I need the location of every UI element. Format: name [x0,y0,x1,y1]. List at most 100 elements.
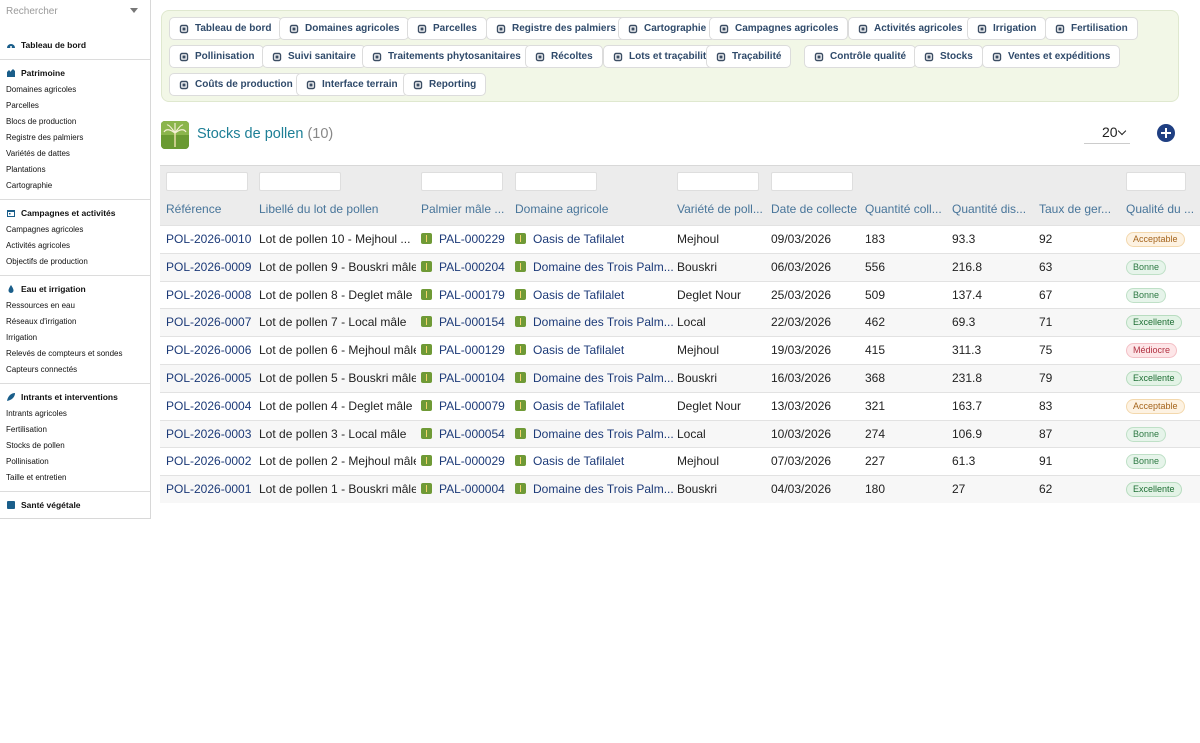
column-header[interactable]: Palmier mâle ... [421,202,511,216]
table-cell-palm[interactable]: PAL-000029 [421,454,511,468]
table-cell-palm[interactable]: PAL-000104 [421,371,511,385]
toolbar-button[interactable]: Récoltes [525,45,603,68]
table-row[interactable]: POL-2026-0010 Lot de pollen 10 - Mejhoul … [160,225,1200,253]
table-cell-ref[interactable]: POL-2026-0008 [166,288,254,302]
sidebar-item[interactable]: Domaines agricoles [0,82,150,98]
table-cell-domain[interactable]: Oasis de Tafilalet [515,288,673,302]
column-header[interactable]: Quantité dis... [952,202,1034,216]
chevron-down-icon[interactable] [130,8,138,13]
table-cell-domain[interactable]: Domaine des Trois Palm... [515,371,673,385]
toolbar-button[interactable]: Fertilisation [1045,17,1138,40]
table-cell-ref[interactable]: POL-2026-0003 [166,427,254,441]
table-row[interactable]: POL-2026-0009 Lot de pollen 9 - Bouskri m… [160,252,1200,281]
column-header[interactable]: Quantité coll... [865,202,947,216]
toolbar-button[interactable]: Coûts de production [169,73,303,96]
sidebar-section-header[interactable]: Santé végétale [0,496,150,514]
sidebar-item[interactable]: Capteurs connectés [0,362,150,378]
table-cell-palm[interactable]: PAL-000129 [421,343,511,357]
table-cell-ref[interactable]: POL-2026-0009 [166,260,254,274]
toolbar-button[interactable]: Cartographie [618,17,717,40]
sidebar-item[interactable]: Irrigation [0,330,150,346]
sidebar-item-dashboard[interactable]: Tableau de bord [0,36,150,54]
sidebar-item[interactable]: Ressources en eau [0,298,150,314]
sidebar-item[interactable]: Blocs de production [0,114,150,130]
table-cell-palm[interactable]: PAL-000179 [421,288,511,302]
table-row[interactable]: POL-2026-0002 Lot de pollen 2 - Mejhoul m… [160,447,1200,475]
table-cell-palm[interactable]: PAL-000054 [421,427,511,441]
table-cell-domain[interactable]: Oasis de Tafilalet [515,232,673,246]
sidebar-item[interactable]: Objectifs de production [0,254,150,270]
sidebar-item[interactable]: Cartographie [0,178,150,194]
table-cell-domain[interactable]: Oasis de Tafilalet [515,343,673,357]
sidebar-item[interactable]: Intrants agricoles [0,406,150,422]
toolbar-button[interactable]: Campagnes agricoles [709,17,849,40]
table-cell-domain[interactable]: Domaine des Trois Palm... [515,315,673,329]
toolbar-button[interactable]: Contrôle qualité [804,45,917,68]
column-header[interactable]: Date de collecte [771,202,859,216]
sidebar-section-header[interactable]: Campagnes et activités [0,204,150,222]
toolbar-button[interactable]: Domaines agricoles [279,17,410,40]
toolbar-button[interactable]: Irrigation [967,17,1047,40]
table-row[interactable]: POL-2026-0004 Lot de pollen 4 - Deglet mâ… [160,391,1200,420]
column-header[interactable]: Domaine agricole [515,202,673,216]
table-cell-domain[interactable]: Oasis de Tafilalet [515,454,673,468]
sidebar-item[interactable]: Stocks de pollen [0,438,150,454]
sidebar-item[interactable]: Réseaux d'irrigation [0,314,150,330]
sidebar-section-header[interactable]: Patrimoine [0,64,150,82]
toolbar-button[interactable]: Traçabilité [706,45,792,68]
toolbar-button[interactable]: Parcelles [407,17,487,40]
search-box[interactable] [0,0,142,22]
toolbar-button[interactable]: Activités agricoles [848,17,973,40]
table-row[interactable]: POL-2026-0007 Lot de pollen 7 - Local mâl… [160,308,1200,337]
toolbar-button[interactable]: Interface terrain [296,73,408,96]
sidebar-item[interactable]: Activités agricoles [0,238,150,254]
column-filter-input[interactable] [771,172,853,191]
column-filter-input[interactable] [1126,172,1186,191]
column-header[interactable]: Qualité du ... [1126,202,1200,216]
page-size-select[interactable]: 20 [1084,123,1130,144]
table-cell-domain[interactable]: Oasis de Tafilalet [515,399,673,413]
table-cell-ref[interactable]: POL-2026-0002 [166,454,254,468]
add-record-button[interactable] [1157,124,1175,142]
toolbar-button[interactable]: Tableau de bord [169,17,282,40]
table-cell-palm[interactable]: PAL-000204 [421,260,511,274]
sidebar-item[interactable]: Variétés de dattes [0,146,150,162]
search-input[interactable] [0,0,142,22]
sidebar-item[interactable]: Parcelles [0,98,150,114]
column-filter-input[interactable] [421,172,503,191]
sidebar-item[interactable]: Taille et entretien [0,470,150,486]
toolbar-button[interactable]: Traitements phytosanitaires [362,45,531,68]
table-cell-ref[interactable]: POL-2026-0006 [166,343,254,357]
table-cell-palm[interactable]: PAL-000004 [421,482,511,496]
table-cell-ref[interactable]: POL-2026-0007 [166,315,254,329]
column-filter-input[interactable] [515,172,597,191]
table-row[interactable]: POL-2026-0006 Lot de pollen 6 - Mejhoul m… [160,336,1200,364]
table-row[interactable]: POL-2026-0001 Lot de pollen 1 - Bouskri m… [160,475,1200,504]
column-filter-input[interactable] [677,172,759,191]
table-cell-palm[interactable]: PAL-000154 [421,315,511,329]
table-cell-domain[interactable]: Domaine des Trois Palm... [515,482,673,496]
toolbar-button[interactable]: Lots et traçabilité [603,45,722,68]
table-cell-domain[interactable]: Domaine des Trois Palm... [515,427,673,441]
toolbar-button[interactable]: Pollinisation [169,45,265,68]
toolbar-button[interactable]: Stocks [914,45,983,68]
column-header[interactable]: Référence [166,202,254,216]
sidebar-item[interactable]: Campagnes agricoles [0,222,150,238]
sidebar-item[interactable]: Pollinisation [0,454,150,470]
column-filter-input[interactable] [259,172,341,191]
toolbar-button[interactable]: Reporting [403,73,487,96]
toolbar-button[interactable]: Suivi sanitaire [262,45,366,68]
column-header[interactable]: Libellé du lot de pollen [259,202,416,216]
sidebar-item[interactable]: Plantations [0,162,150,178]
toolbar-button[interactable]: Registre des palmiers [486,17,626,40]
table-cell-ref[interactable]: POL-2026-0001 [166,482,254,496]
table-row[interactable]: POL-2026-0005 Lot de pollen 5 - Bouskri m… [160,364,1200,392]
table-cell-ref[interactable]: POL-2026-0004 [166,399,254,413]
sidebar-item[interactable]: Relevés de compteurs et sondes [0,346,150,362]
table-cell-ref[interactable]: POL-2026-0010 [166,232,254,246]
column-filter-input[interactable] [166,172,248,191]
sidebar-item[interactable]: Registre des palmiers [0,130,150,146]
table-cell-palm[interactable]: PAL-000229 [421,232,511,246]
table-row[interactable]: POL-2026-0008 Lot de pollen 8 - Deglet mâ… [160,280,1200,309]
table-cell-domain[interactable]: Domaine des Trois Palm... [515,260,673,274]
